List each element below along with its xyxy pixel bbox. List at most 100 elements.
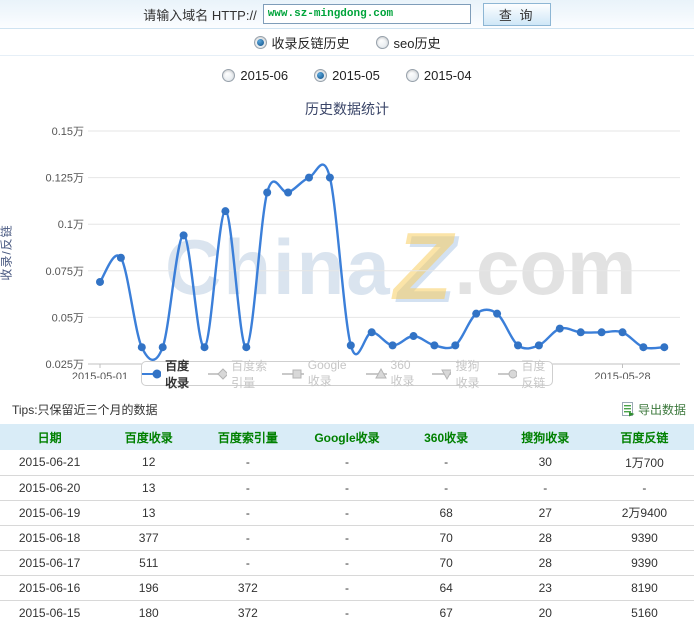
data-point[interactable]: [430, 341, 438, 349]
data-point[interactable]: [556, 325, 564, 333]
y-tick-label: 0.15万: [52, 126, 84, 138]
table-cell: 1万700: [595, 450, 694, 475]
line-chart-canvas: 0.15万0.125万0.1万0.075万0.05万0.025万2015-05-…: [0, 119, 694, 379]
radio-option-month-0[interactable]: 2015-06: [222, 68, 288, 83]
table-cell: -: [297, 550, 396, 575]
table-cell: -: [198, 500, 297, 525]
radio-option-month-1[interactable]: 2015-05: [314, 68, 380, 83]
data-point[interactable]: [639, 343, 647, 351]
export-excel-icon: [621, 402, 635, 417]
data-point[interactable]: [159, 343, 167, 351]
table-cell: 64: [397, 575, 496, 600]
table-row: 2015-06-1913--68272万9400: [0, 500, 694, 525]
data-point[interactable]: [410, 332, 418, 340]
data-point[interactable]: [514, 341, 522, 349]
table-cell: 2015-06-16: [0, 575, 99, 600]
month-radio-group: 2015-06 2015-05 2015-04: [0, 56, 694, 94]
data-point[interactable]: [284, 189, 292, 197]
export-data-link[interactable]: 导出数据: [621, 401, 686, 418]
table-cell: 28: [496, 525, 595, 550]
table-cell: 70: [397, 525, 496, 550]
table-cell: -: [297, 600, 396, 625]
table-cell: -: [198, 450, 297, 475]
data-point[interactable]: [180, 231, 188, 239]
radio-icon[interactable]: [406, 69, 419, 82]
table-row: 2015-06-2112---301万700: [0, 450, 694, 475]
legend-item-1[interactable]: 百度索引量: [208, 357, 270, 391]
data-point[interactable]: [242, 343, 250, 351]
tips-bar: Tips:只保留近三个月的数据 导出数据: [0, 394, 694, 424]
radio-icon[interactable]: [314, 69, 327, 82]
radio-label: 2015-06: [240, 68, 288, 83]
legend-marker-circle-icon: [142, 368, 161, 380]
data-point[interactable]: [493, 310, 501, 318]
data-point[interactable]: [221, 207, 229, 215]
data-point[interactable]: [138, 343, 146, 351]
y-tick-label: 0.025万: [45, 359, 84, 371]
radio-label: seo历史: [394, 33, 441, 52]
table-row: 2015-06-16196372-64238190: [0, 575, 694, 600]
table-cell: 2015-06-21: [0, 450, 99, 475]
legend-item-4[interactable]: 搜狗收录: [432, 357, 486, 391]
radio-label: 2015-04: [424, 68, 472, 83]
query-bar: 请输入域名 HTTP:// 查 询: [0, 0, 694, 29]
radio-icon[interactable]: [376, 36, 389, 49]
data-point[interactable]: [96, 278, 104, 286]
radio-option-month-2[interactable]: 2015-04: [406, 68, 472, 83]
data-point[interactable]: [451, 341, 459, 349]
radio-label: 收录反链历史: [272, 33, 350, 52]
table-cell: 12: [99, 450, 198, 475]
table-cell: 196: [99, 575, 198, 600]
data-point[interactable]: [535, 341, 543, 349]
table-header-cell: 百度索引量: [198, 424, 297, 450]
table-cell: 13: [99, 500, 198, 525]
table-cell: 68: [397, 500, 496, 525]
radio-icon[interactable]: [254, 36, 267, 49]
chart-legend: 百度收录百度索引量Google收录360收录搜狗收录百度反链: [141, 361, 553, 386]
legend-item-0[interactable]: 百度收录: [142, 357, 196, 391]
radio-icon[interactable]: [222, 69, 235, 82]
legend-item-5[interactable]: 百度反链: [498, 357, 552, 391]
data-point[interactable]: [389, 341, 397, 349]
table-cell: -: [297, 500, 396, 525]
data-point[interactable]: [326, 174, 334, 182]
legend-label: Google收录: [308, 358, 354, 389]
legend-item-3[interactable]: 360收录: [366, 358, 420, 389]
table-cell: 13: [99, 475, 198, 500]
x-tick-label: 2015-05-01: [72, 371, 128, 379]
data-point[interactable]: [472, 310, 480, 318]
table-cell: 28: [496, 550, 595, 575]
radio-option-history-0[interactable]: 收录反链历史: [254, 33, 350, 52]
y-tick-label: 0.05万: [52, 312, 84, 324]
data-point[interactable]: [598, 328, 606, 336]
data-point[interactable]: [660, 343, 668, 351]
data-point[interactable]: [619, 328, 627, 336]
data-point[interactable]: [368, 328, 376, 336]
table-cell: -: [198, 475, 297, 500]
query-button[interactable]: 查 询: [483, 3, 551, 26]
domain-input-label: 请输入域名 HTTP://: [143, 5, 256, 24]
table-cell: -: [198, 525, 297, 550]
history-data-table: 日期百度收录百度索引量Google收录360收录搜狗收录百度反链 2015-06…: [0, 424, 694, 625]
table-cell: 372: [198, 575, 297, 600]
domain-input[interactable]: [263, 4, 471, 24]
data-point[interactable]: [117, 254, 125, 262]
x-tick-label: 2015-05-28: [594, 371, 650, 379]
table-cell: 27: [496, 500, 595, 525]
table-cell: 2015-06-19: [0, 500, 99, 525]
radio-option-history-1[interactable]: seo历史: [376, 33, 441, 52]
data-point[interactable]: [201, 343, 209, 351]
table-cell: 2015-06-15: [0, 600, 99, 625]
radio-label: 2015-05: [332, 68, 380, 83]
data-point[interactable]: [577, 328, 585, 336]
data-point[interactable]: [305, 174, 313, 182]
table-row: 2015-06-18377--70289390: [0, 525, 694, 550]
legend-item-2[interactable]: Google收录: [282, 358, 355, 389]
table-cell: 511: [99, 550, 198, 575]
table-row: 2015-06-17511--70289390: [0, 550, 694, 575]
legend-label: 百度索引量: [231, 357, 269, 391]
data-point[interactable]: [263, 189, 271, 197]
table-header-cell: 360收录: [397, 424, 496, 450]
table-header-cell: 百度收录: [99, 424, 198, 450]
data-point[interactable]: [347, 341, 355, 349]
